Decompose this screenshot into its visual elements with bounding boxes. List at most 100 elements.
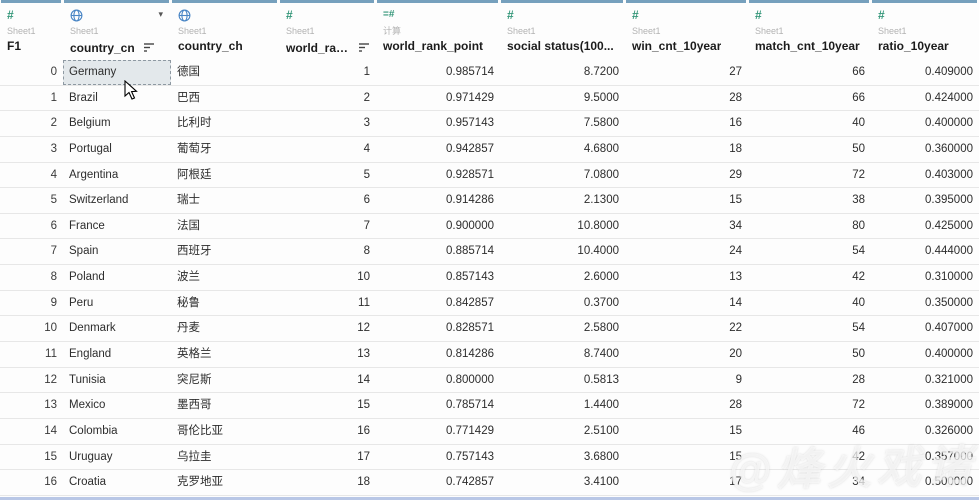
- data-cell-win-cnt-10year[interactable]: 28: [625, 393, 748, 418]
- data-cell-country-ch[interactable]: 秘鲁: [171, 291, 279, 316]
- sort-icon[interactable]: [143, 39, 155, 57]
- data-cell-country-ch[interactable]: 克罗地亚: [171, 470, 279, 495]
- data-cell-world-rank-point[interactable]: 0.900000: [376, 214, 500, 239]
- column-header-f1[interactable]: #Sheet1F1: [0, 0, 63, 60]
- data-cell-social-status-100-[interactable]: 3.6800: [500, 445, 625, 470]
- row-number-cell[interactable]: 4: [0, 163, 63, 188]
- data-cell-world-rank-point[interactable]: 0.957143: [376, 111, 500, 136]
- data-cell-country-ch[interactable]: 巴西: [171, 86, 279, 111]
- data-cell-social-status-100-[interactable]: 7.5800: [500, 111, 625, 136]
- column-header-win-cnt-10year[interactable]: #Sheet1win_cnt_10year: [625, 0, 748, 60]
- data-cell-win-cnt-10year[interactable]: 28: [625, 86, 748, 111]
- data-cell-country-cn[interactable]: Belgium: [63, 111, 171, 136]
- row-number-cell[interactable]: 16: [0, 470, 63, 495]
- data-cell-world-rank-point[interactable]: 0.757143: [376, 445, 500, 470]
- data-cell-ratio-10year[interactable]: 0.310000: [871, 265, 979, 290]
- data-cell-social-status-100-[interactable]: 2.5800: [500, 316, 625, 341]
- data-cell-social-status-100-[interactable]: 0.5813: [500, 368, 625, 393]
- data-cell-win-cnt-10year[interactable]: 18: [625, 137, 748, 162]
- row-number-cell[interactable]: 7: [0, 239, 63, 264]
- data-cell-ratio-10year[interactable]: 0.424000: [871, 86, 979, 111]
- row-number-cell[interactable]: 3: [0, 137, 63, 162]
- data-cell-win-cnt-10year[interactable]: 17: [625, 470, 748, 495]
- data-cell-world-rank[interactable]: 4: [279, 137, 376, 162]
- data-cell-world-rank-point[interactable]: 0.842857: [376, 291, 500, 316]
- data-cell-country-ch[interactable]: 哥伦比亚: [171, 419, 279, 444]
- data-cell-country-cn[interactable]: Portugal: [63, 137, 171, 162]
- data-cell-world-rank-point[interactable]: 0.985714: [376, 60, 500, 85]
- column-header-world-rank[interactable]: #Sheet1world_rank: [279, 0, 376, 60]
- data-cell-win-cnt-10year[interactable]: 20: [625, 342, 748, 367]
- data-cell-country-ch[interactable]: 德国: [171, 60, 279, 85]
- data-cell-win-cnt-10year[interactable]: 13: [625, 265, 748, 290]
- data-cell-world-rank[interactable]: 15: [279, 393, 376, 418]
- data-cell-country-cn[interactable]: Denmark: [63, 316, 171, 341]
- row-number-cell[interactable]: 14: [0, 419, 63, 444]
- data-cell-match-cnt-10year[interactable]: 38: [748, 188, 871, 213]
- data-cell-win-cnt-10year[interactable]: 27: [625, 60, 748, 85]
- data-cell-world-rank[interactable]: 14: [279, 368, 376, 393]
- data-cell-country-cn[interactable]: Spain: [63, 239, 171, 264]
- data-cell-country-ch[interactable]: 瑞士: [171, 188, 279, 213]
- data-cell-social-status-100-[interactable]: 7.0800: [500, 163, 625, 188]
- row-number-cell[interactable]: 6: [0, 214, 63, 239]
- data-cell-ratio-10year[interactable]: 0.357000: [871, 445, 979, 470]
- data-cell-country-ch[interactable]: 葡萄牙: [171, 137, 279, 162]
- data-cell-social-status-100-[interactable]: 2.1300: [500, 188, 625, 213]
- sort-icon[interactable]: [358, 39, 370, 57]
- row-number-cell[interactable]: 0: [0, 60, 63, 85]
- data-cell-country-ch[interactable]: 西班牙: [171, 239, 279, 264]
- column-header-world-rank-point[interactable]: =#计算world_rank_point: [376, 0, 500, 60]
- data-cell-match-cnt-10year[interactable]: 42: [748, 265, 871, 290]
- data-cell-ratio-10year[interactable]: 0.500000: [871, 470, 979, 495]
- data-cell-country-cn[interactable]: Tunisia: [63, 368, 171, 393]
- data-cell-social-status-100-[interactable]: 2.5100: [500, 419, 625, 444]
- data-cell-ratio-10year[interactable]: 0.409000: [871, 60, 979, 85]
- data-cell-world-rank[interactable]: 18: [279, 470, 376, 495]
- data-cell-world-rank-point[interactable]: 0.742857: [376, 470, 500, 495]
- column-menu-caret-icon[interactable]: ▾: [158, 9, 163, 20]
- data-cell-win-cnt-10year[interactable]: 15: [625, 188, 748, 213]
- data-cell-world-rank-point[interactable]: 0.857143: [376, 265, 500, 290]
- data-cell-country-ch[interactable]: 波兰: [171, 265, 279, 290]
- data-cell-country-cn[interactable]: Switzerland: [63, 188, 171, 213]
- data-cell-world-rank[interactable]: 6: [279, 188, 376, 213]
- data-cell-ratio-10year[interactable]: 0.321000: [871, 368, 979, 393]
- data-cell-world-rank[interactable]: 5: [279, 163, 376, 188]
- data-cell-social-status-100-[interactable]: 1.4400: [500, 393, 625, 418]
- row-number-cell[interactable]: 2: [0, 111, 63, 136]
- data-cell-match-cnt-10year[interactable]: 40: [748, 291, 871, 316]
- data-cell-social-status-100-[interactable]: 0.3700: [500, 291, 625, 316]
- data-cell-world-rank[interactable]: 8: [279, 239, 376, 264]
- column-header-ratio-10year[interactable]: #Sheet1ratio_10year: [871, 0, 979, 60]
- data-cell-country-cn[interactable]: Uruguay: [63, 445, 171, 470]
- data-cell-match-cnt-10year[interactable]: 42: [748, 445, 871, 470]
- data-cell-ratio-10year[interactable]: 0.326000: [871, 419, 979, 444]
- data-cell-world-rank[interactable]: 7: [279, 214, 376, 239]
- data-cell-ratio-10year[interactable]: 0.400000: [871, 111, 979, 136]
- data-cell-match-cnt-10year[interactable]: 54: [748, 239, 871, 264]
- data-cell-ratio-10year[interactable]: 0.350000: [871, 291, 979, 316]
- data-cell-match-cnt-10year[interactable]: 72: [748, 163, 871, 188]
- row-number-cell[interactable]: 10: [0, 316, 63, 341]
- data-cell-world-rank-point[interactable]: 0.828571: [376, 316, 500, 341]
- data-cell-social-status-100-[interactable]: 2.6000: [500, 265, 625, 290]
- data-cell-country-ch[interactable]: 丹麦: [171, 316, 279, 341]
- data-cell-world-rank[interactable]: 13: [279, 342, 376, 367]
- data-cell-match-cnt-10year[interactable]: 28: [748, 368, 871, 393]
- data-cell-country-cn[interactable]: Croatia: [63, 470, 171, 495]
- data-cell-social-status-100-[interactable]: 8.7200: [500, 60, 625, 85]
- data-cell-country-cn[interactable]: England: [63, 342, 171, 367]
- data-cell-social-status-100-[interactable]: 10.8000: [500, 214, 625, 239]
- data-cell-win-cnt-10year[interactable]: 9: [625, 368, 748, 393]
- row-number-cell[interactable]: 1: [0, 86, 63, 111]
- data-cell-win-cnt-10year[interactable]: 16: [625, 111, 748, 136]
- data-cell-world-rank-point[interactable]: 0.785714: [376, 393, 500, 418]
- data-cell-country-ch[interactable]: 突尼斯: [171, 368, 279, 393]
- data-cell-ratio-10year[interactable]: 0.400000: [871, 342, 979, 367]
- data-cell-social-status-100-[interactable]: 9.5000: [500, 86, 625, 111]
- data-cell-match-cnt-10year[interactable]: 50: [748, 342, 871, 367]
- data-cell-world-rank-point[interactable]: 0.771429: [376, 419, 500, 444]
- data-cell-world-rank[interactable]: 10: [279, 265, 376, 290]
- data-cell-match-cnt-10year[interactable]: 80: [748, 214, 871, 239]
